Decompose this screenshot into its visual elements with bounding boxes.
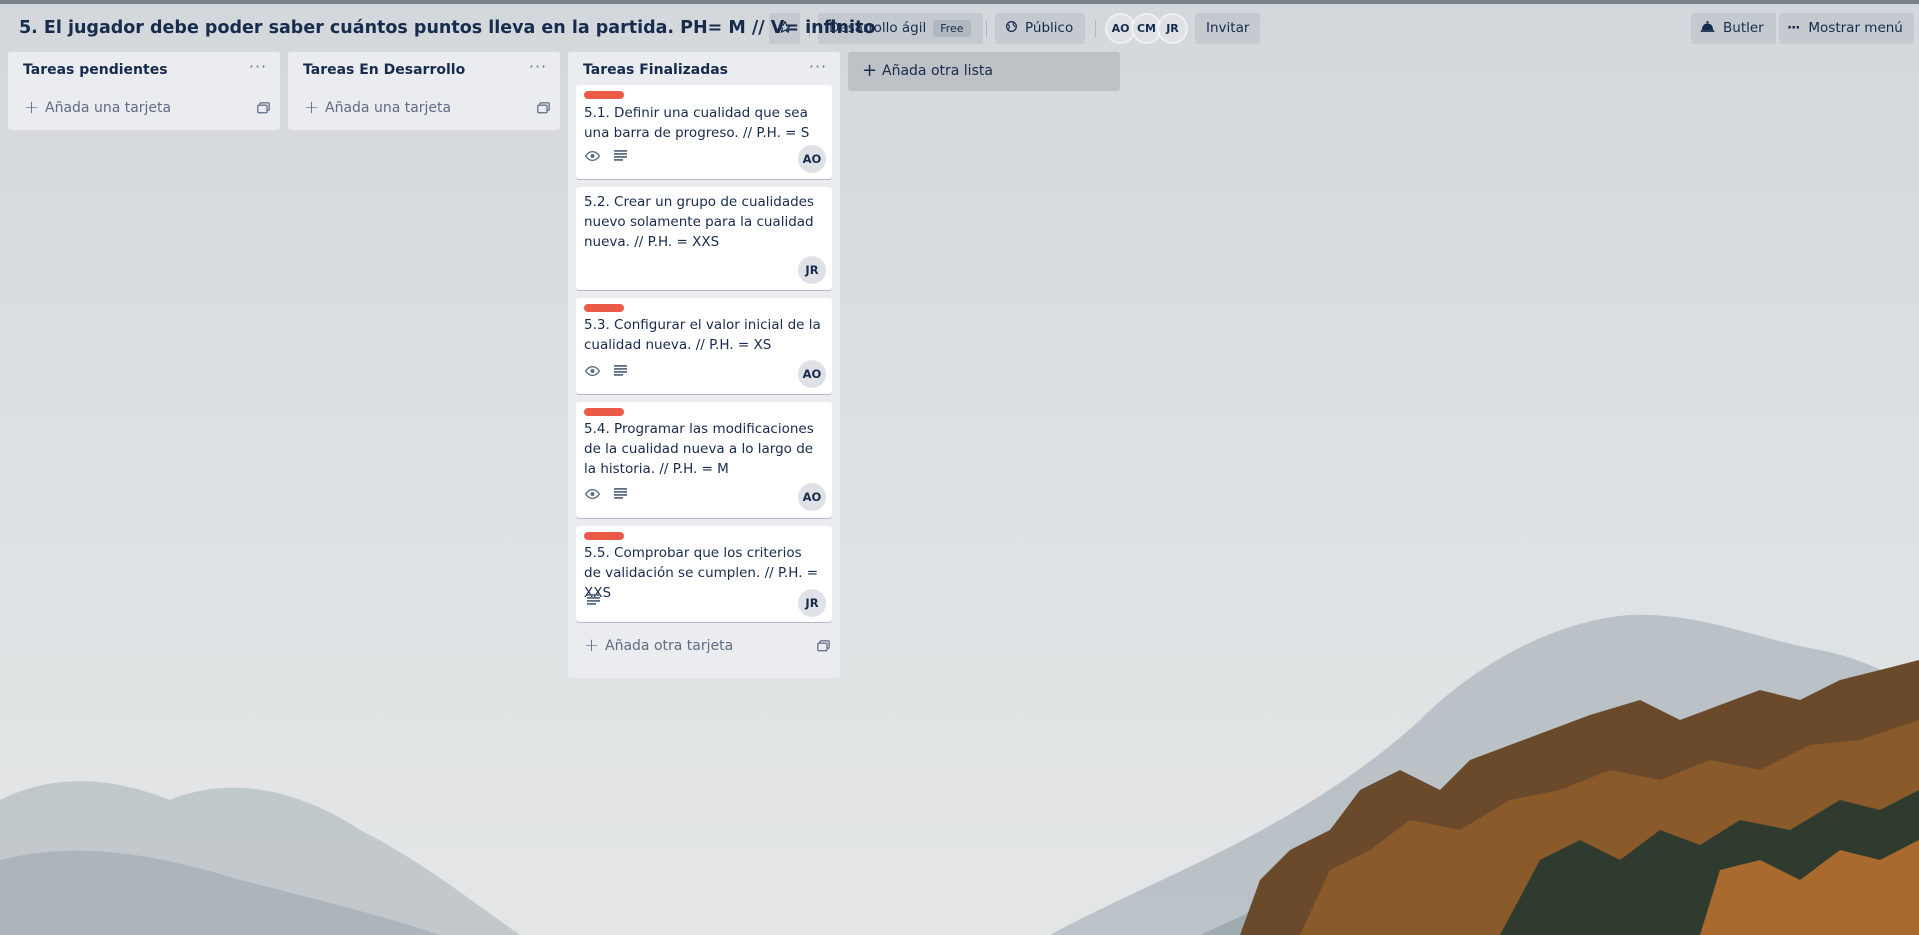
list-title[interactable]: Tareas En Desarrollo [303,62,465,78]
ellipsis-icon: ··· [1787,20,1800,36]
card-label-red[interactable] [584,408,624,416]
list-header: Tareas pendientes ··· [8,52,280,92]
workspace-button[interactable]: Desarrollo ágil Free [818,13,983,44]
visibility-label: Público [1025,20,1074,36]
invite-button[interactable]: Invitar [1195,13,1261,44]
eye-icon [585,488,600,500]
card-label-red[interactable] [584,304,624,312]
description-icon [614,488,627,499]
list-tareas-en-desarrollo: Tareas En Desarrollo ··· + Añada una tar… [288,52,560,130]
plus-icon: + [862,60,878,81]
add-list-label: Añada otra lista [882,63,993,79]
add-list-button[interactable]: + Añada otra lista [848,52,1120,91]
workspace-name: Desarrollo ágil [829,20,927,36]
butler-label: Butler [1723,20,1764,36]
description-icon [587,594,600,605]
description-icon [614,365,627,376]
card[interactable]: 5.3. Configurar el valor inicial de la c… [576,298,832,394]
visibility-button[interactable]: Público [995,13,1086,44]
card-member-avatar[interactable]: JR [798,256,826,284]
card[interactable]: 5.4. Programar las modificaciones de la … [576,402,832,518]
butler-icon [1700,21,1715,32]
list-tareas-pendientes: Tareas pendientes ··· + Añada una tarjet… [8,52,280,130]
add-card-label: Añada una tarjeta [45,100,172,116]
header-separator [986,20,987,38]
card[interactable]: 5.5. Comprobar que los criterios de vali… [576,526,832,622]
card-title: 5.1. Definir una cualidad que sea una ba… [584,105,810,141]
card-label-red[interactable] [584,91,624,99]
card-title: 5.4. Programar las modificaciones de la … [584,421,814,477]
member-avatar-cm[interactable]: CM [1133,15,1160,42]
eye-icon [585,150,600,162]
card-title: 5.2. Crear un grupo de cualidades nuevo … [584,194,815,250]
card-member-avatar[interactable]: AO [798,360,826,388]
description-icon [614,150,627,161]
star-button[interactable] [769,13,800,44]
list-header: Tareas En Desarrollo ··· [288,52,560,92]
add-card-button[interactable]: + Añada otra tarjeta [576,630,832,666]
globe-icon [1006,21,1017,32]
card-template-icon[interactable] [257,102,270,114]
card-template-icon[interactable] [537,102,550,114]
board-header: 5. El jugador debe poder saber cuántos p… [0,4,1919,52]
card-member-avatar[interactable]: AO [798,483,826,511]
list-title[interactable]: Tareas pendientes [23,62,168,78]
add-card-button[interactable]: + Añada una tarjeta [16,92,272,128]
card-title: 5.5. Comprobar que los criterios de vali… [584,545,819,601]
list-menu-button[interactable]: ··· [246,58,270,82]
workspace-plan-badge: Free [933,19,971,37]
show-menu-button[interactable]: ··· Mostrar menú [1779,13,1914,44]
card-member-avatar[interactable]: JR [798,589,826,617]
card[interactable]: 5.1. Definir una cualidad que sea una ba… [576,85,832,179]
card-title: 5.3. Configurar el valor inicial de la c… [584,317,821,353]
board-title[interactable]: 5. El jugador debe poder saber cuántos p… [19,13,875,43]
card[interactable]: 5.2. Crear un grupo de cualidades nuevo … [576,187,832,290]
member-avatar-ao[interactable]: AO [1107,15,1134,42]
card-template-icon[interactable] [817,640,830,652]
header-separator [809,20,810,38]
header-separator [1095,20,1096,38]
list-tareas-finalizadas: Tareas Finalizadas ··· 5.1. Definir una … [568,52,840,678]
add-card-label: Añada una tarjeta [325,100,452,116]
list-menu-button[interactable]: ··· [526,58,550,82]
add-card-button[interactable]: + Añada una tarjeta [296,92,552,128]
eye-icon [585,365,600,377]
plus-icon: + [304,97,320,118]
plus-icon: + [24,97,40,118]
list-title[interactable]: Tareas Finalizadas [583,62,728,78]
card-label-red[interactable] [584,532,624,540]
list-menu-button[interactable]: ··· [806,58,830,82]
board-background [0,0,1919,935]
butler-button[interactable]: Butler [1691,13,1776,44]
add-card-label: Añada otra tarjeta [605,638,734,654]
card-member-avatar[interactable]: AO [798,145,826,173]
show-menu-label: Mostrar menú [1808,20,1903,36]
plus-icon: + [584,635,600,656]
member-avatar-jr[interactable]: JR [1159,15,1186,42]
star-icon [778,20,791,33]
